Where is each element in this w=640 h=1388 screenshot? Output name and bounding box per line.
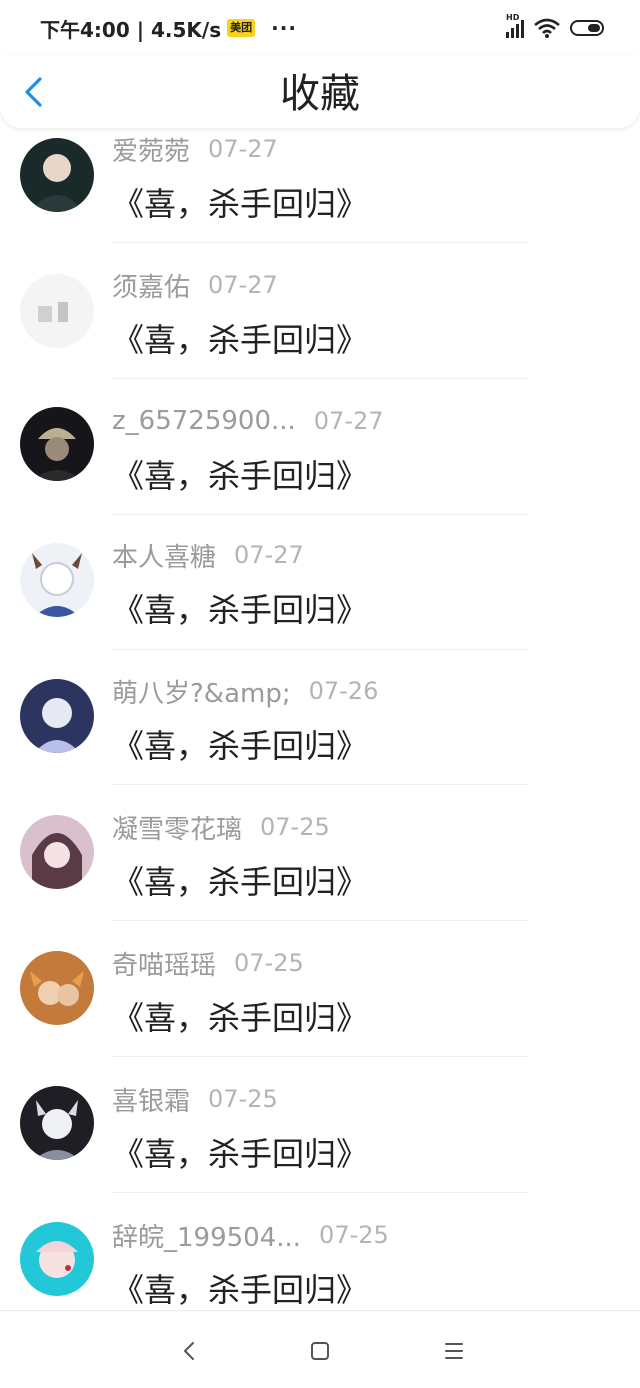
list-item-meta: 本人喜糖 07-27 bbox=[112, 537, 304, 573]
avatar bbox=[20, 679, 94, 753]
signal-icon: HD bbox=[506, 13, 524, 38]
wifi-icon bbox=[534, 18, 560, 38]
battery-icon bbox=[570, 20, 604, 36]
date-label: 07-27 bbox=[208, 271, 278, 299]
divider bbox=[112, 649, 528, 650]
book-title: 《喜，杀手回归》 bbox=[112, 185, 369, 223]
status-right: HD bbox=[506, 13, 604, 42]
divider bbox=[112, 242, 528, 243]
list-item[interactable]: 喜银霜 07-25 《喜，杀手回归》 bbox=[0, 1085, 640, 1222]
header: 收藏 bbox=[0, 56, 640, 128]
page-title: 收藏 bbox=[280, 71, 360, 117]
nav-menu-icon[interactable] bbox=[436, 1333, 472, 1369]
book-title: 《喜，杀手回归》 bbox=[112, 1271, 369, 1309]
divider bbox=[112, 1192, 528, 1193]
list-item[interactable]: 本人喜糖 07-27 《喜，杀手回归》 bbox=[0, 541, 640, 678]
list-item[interactable]: 萌八岁?&amp; 07-26 《喜，杀手回归》 bbox=[0, 677, 640, 814]
list-item-meta: 萌八岁?&amp; 07-26 bbox=[112, 673, 378, 709]
avatar bbox=[20, 407, 94, 481]
avatar bbox=[20, 1222, 94, 1296]
divider bbox=[112, 784, 528, 785]
divider bbox=[112, 514, 528, 515]
system-nav-bar bbox=[0, 1310, 640, 1388]
user-name: z_65725900... bbox=[112, 406, 296, 436]
book-title: 《喜，杀手回归》 bbox=[112, 591, 369, 629]
nav-back-icon[interactable] bbox=[171, 1333, 207, 1369]
book-title: 《喜，杀手回归》 bbox=[112, 727, 369, 765]
user-name: 本人喜糖 bbox=[112, 542, 217, 573]
avatar bbox=[20, 138, 94, 212]
divider bbox=[112, 920, 528, 921]
date-label: 07-25 bbox=[234, 949, 304, 977]
user-name: 萌八岁?&amp; bbox=[112, 678, 291, 709]
book-title: 《喜，杀手回归》 bbox=[112, 1135, 369, 1173]
hd-label: HD bbox=[506, 13, 520, 22]
list-item[interactable]: 凝雪零花璃 07-25 《喜，杀手回归》 bbox=[0, 813, 640, 950]
meituan-badge-icon: 美团 bbox=[227, 19, 256, 37]
list-item-meta: 喜银霜 07-25 bbox=[112, 1081, 278, 1117]
status-bar: 下午4:00 | 4.5K/s 美团 ··· HD bbox=[0, 0, 640, 56]
date-label: 07-25 bbox=[260, 813, 330, 841]
date-label: 07-27 bbox=[234, 541, 304, 569]
date-label: 07-27 bbox=[313, 407, 384, 435]
date-label: 07-26 bbox=[308, 677, 379, 705]
list-item-meta: 奇喵瑶瑶 07-25 bbox=[112, 945, 304, 981]
book-title: 《喜，杀手回归》 bbox=[112, 999, 369, 1037]
date-label: 07-25 bbox=[208, 1085, 278, 1113]
date-label: 07-25 bbox=[319, 1221, 389, 1249]
more-notifications-icon: ··· bbox=[271, 16, 297, 40]
list-item-meta: 爱菀菀 07-27 bbox=[112, 131, 278, 167]
status-time-speed: 下午4:00 | 4.5K/s bbox=[40, 17, 222, 42]
list-item-meta: 凝雪零花璃 07-25 bbox=[112, 809, 330, 845]
divider bbox=[112, 378, 528, 379]
divider bbox=[112, 1056, 528, 1057]
date-label: 07-27 bbox=[208, 135, 278, 163]
user-name: 奇喵瑶瑶 bbox=[112, 950, 217, 981]
list-item[interactable]: z_65725900... 07-27 《喜，杀手回归》 bbox=[0, 406, 640, 544]
list-item[interactable]: 须嘉佑 07-27 《喜，杀手回归》 bbox=[0, 271, 640, 408]
user-name: 辞皖_199504... bbox=[112, 1222, 302, 1253]
user-name: 凝雪零花璃 bbox=[112, 814, 243, 845]
user-name: 爱菀菀 bbox=[112, 136, 191, 167]
avatar bbox=[20, 1086, 94, 1160]
status-left: 下午4:00 | 4.5K/s 美团 ··· bbox=[40, 14, 297, 42]
avatar bbox=[20, 274, 94, 348]
book-title: 《喜，杀手回归》 bbox=[112, 863, 369, 901]
list-item-meta: 辞皖_199504... 07-25 bbox=[112, 1217, 389, 1253]
list-item-meta: z_65725900... 07-27 bbox=[112, 403, 384, 439]
list-item[interactable]: 奇喵瑶瑶 07-25 《喜，杀手回归》 bbox=[0, 949, 640, 1086]
nav-home-icon[interactable] bbox=[302, 1333, 338, 1369]
user-name: 喜银霜 bbox=[112, 1086, 191, 1117]
book-title: 《喜，杀手回归》 bbox=[112, 457, 369, 495]
avatar bbox=[20, 543, 94, 617]
list-item[interactable]: 爱菀菀 07-27 《喜，杀手回归》 bbox=[0, 135, 640, 272]
avatar bbox=[20, 815, 94, 889]
book-title: 《喜，杀手回归》 bbox=[112, 321, 369, 359]
avatar bbox=[20, 951, 94, 1025]
user-name: 须嘉佑 bbox=[112, 272, 191, 303]
list-item-meta: 须嘉佑 07-27 bbox=[112, 267, 278, 303]
